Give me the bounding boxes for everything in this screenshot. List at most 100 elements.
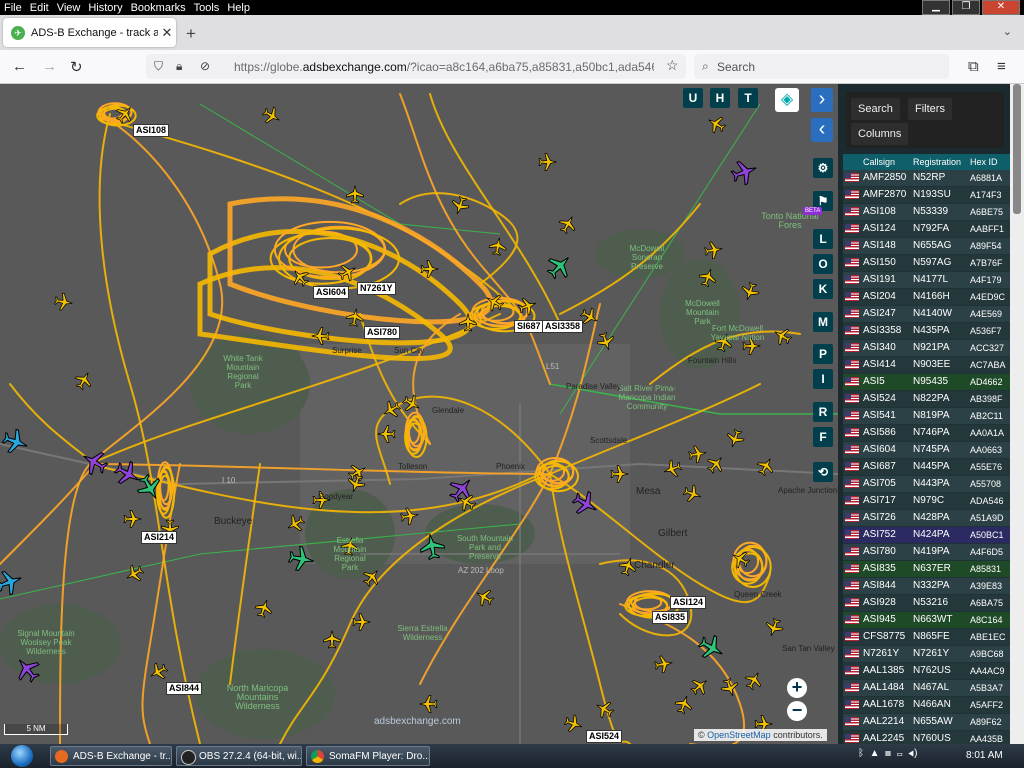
- reload-icon[interactable]: ↻: [70, 58, 83, 76]
- permissions-icon[interactable]: ⊘: [200, 59, 210, 73]
- menu-help[interactable]: Help: [223, 1, 254, 16]
- table-row[interactable]: ASI3358 N435PA A536F7: [843, 323, 1010, 340]
- new-tab-button[interactable]: +: [186, 24, 196, 44]
- table-row[interactable]: ASI928 N53216 A6BA75: [843, 595, 1010, 612]
- map-canvas[interactable]: [0, 84, 838, 744]
- toggle-t-button[interactable]: T: [738, 88, 758, 108]
- table-row[interactable]: ASI148 N655AG A89F54: [843, 238, 1010, 255]
- osm-link[interactable]: OpenStreetMap: [707, 730, 771, 740]
- aircraft-label[interactable]: ASI780: [364, 326, 401, 339]
- table-row[interactable]: AAL1385 N762US AA4AC9: [843, 663, 1010, 680]
- bookmark-star-icon[interactable]: ☆: [666, 57, 679, 74]
- toggle-f-button[interactable]: F: [813, 427, 833, 447]
- col-registration-header[interactable]: Registration: [913, 154, 970, 170]
- volume-icon[interactable]: ◀): [908, 748, 917, 759]
- start-button[interactable]: [4, 744, 40, 768]
- toggle-l-button[interactable]: L: [813, 229, 833, 249]
- columns-button[interactable]: Columns: [851, 123, 909, 145]
- url-bar[interactable]: ⛉ 🔒︎ ⊘ https://globe.adsbexchange.com/?i…: [146, 54, 686, 79]
- toggle-i-button[interactable]: I: [813, 369, 833, 389]
- aircraft-label[interactable]: SI687: [514, 320, 544, 333]
- network-icon[interactable]: ▦: [885, 748, 891, 759]
- table-row[interactable]: ASI247 N4140W A4E569: [843, 306, 1010, 323]
- collapse-left-icon[interactable]: ‹: [811, 118, 833, 142]
- table-row[interactable]: ASI124 N792FA AABFF1: [843, 221, 1010, 238]
- table-row[interactable]: AAL1678 N466AN A5AFF2: [843, 697, 1010, 714]
- display-icon[interactable]: ▭: [897, 748, 903, 759]
- tab-close-icon[interactable]: ✕: [158, 25, 176, 41]
- col-callsign-header[interactable]: Callsign: [863, 154, 913, 170]
- settings-gear-icon[interactable]: ⚙: [813, 158, 833, 178]
- scrollbar-thumb[interactable]: [1013, 84, 1021, 214]
- list-tabs-icon[interactable]: ⌄: [1003, 25, 1012, 38]
- table-row[interactable]: ASI835 N637ER A85831: [843, 561, 1010, 578]
- table-row[interactable]: ASI150 N597AG A7B76F: [843, 255, 1010, 272]
- table-row[interactable]: ASI5 N95435 AD4662: [843, 374, 1010, 391]
- tray-arrow-icon[interactable]: ▲: [870, 748, 880, 759]
- table-row[interactable]: AAL2214 N655AW A89F62: [843, 714, 1010, 731]
- table-row[interactable]: N7261Y N7261Y A9BC68: [843, 646, 1010, 663]
- table-row[interactable]: ASI726 N428PA A51A9D: [843, 510, 1010, 527]
- table-row[interactable]: ASI586 N746PA AA0A1A: [843, 425, 1010, 442]
- table-row[interactable]: ASI780 N419PA A4F6D5: [843, 544, 1010, 561]
- menu-edit[interactable]: Edit: [26, 1, 53, 16]
- taskbar-item-obs[interactable]: OBS 27.2.4 (64-bit, wi...: [176, 746, 302, 766]
- table-row[interactable]: ASI541 N819PA AB2C11: [843, 408, 1010, 425]
- app-menu-icon[interactable]: ≡: [997, 58, 1006, 75]
- aircraft-label[interactable]: ASI835: [652, 611, 689, 624]
- aircraft-label[interactable]: N7261Y: [357, 282, 396, 295]
- zoom-out-button[interactable]: −: [787, 701, 807, 721]
- table-row[interactable]: ASI204 N4166H A4ED9C: [843, 289, 1010, 306]
- panel-scrollbar[interactable]: [1010, 84, 1024, 744]
- aircraft-label[interactable]: ASI3358: [542, 320, 584, 333]
- table-row[interactable]: ASI844 N332PA A39E83: [843, 578, 1010, 595]
- menu-tools[interactable]: Tools: [190, 1, 224, 16]
- forward-icon[interactable]: →: [42, 58, 57, 75]
- table-row[interactable]: ASI717 N979C ADA546: [843, 493, 1010, 510]
- toggle-r-button[interactable]: R: [813, 402, 833, 422]
- table-row[interactable]: AMF2870 N193SU A174F3: [843, 187, 1010, 204]
- toggle-p-button[interactable]: P: [813, 344, 833, 364]
- aircraft-label[interactable]: ASI214: [141, 531, 178, 544]
- table-row[interactable]: ASI945 N663WT A8C164: [843, 612, 1010, 629]
- taskbar-item-chrome[interactable]: SomaFM Player: Dro...: [306, 746, 430, 766]
- expand-right-icon[interactable]: ›: [811, 88, 833, 112]
- toggle-h-button[interactable]: H: [710, 88, 730, 108]
- clock[interactable]: 8:01 AM: [966, 750, 1003, 761]
- table-row[interactable]: ASI524 N822PA AB398F: [843, 391, 1010, 408]
- toggle-k-button[interactable]: K: [813, 279, 833, 299]
- table-row[interactable]: ASI752 N424PA A50BC1: [843, 527, 1010, 544]
- menu-view[interactable]: View: [53, 1, 85, 16]
- table-row[interactable]: AAL2245 N760US AA435B: [843, 731, 1010, 744]
- filters-button[interactable]: Filters: [908, 98, 952, 120]
- table-row[interactable]: ASI340 N921PA ACC327: [843, 340, 1010, 357]
- table-row[interactable]: ASI191 N4177L A4F179: [843, 272, 1010, 289]
- aircraft-label[interactable]: ASI604: [313, 286, 350, 299]
- col-hex-header[interactable]: Hex ID: [970, 154, 1010, 170]
- aircraft-label[interactable]: ASI124: [670, 596, 707, 609]
- aircraft-label[interactable]: ASI108: [133, 124, 170, 137]
- table-row[interactable]: AAL1484 N467AL A5B3A7: [843, 680, 1010, 697]
- toggle-m-button[interactable]: M: [813, 312, 833, 332]
- aircraft-label[interactable]: ASI524: [586, 730, 623, 743]
- menu-file[interactable]: File: [0, 1, 26, 16]
- restore-icon[interactable]: ❐: [952, 0, 980, 15]
- bluetooth-icon[interactable]: ᛒ: [858, 748, 864, 759]
- toggle-u-button[interactable]: U: [683, 88, 703, 108]
- table-row[interactable]: ASI687 N445PA A55E76: [843, 459, 1010, 476]
- search-input[interactable]: ⌕ Search: [694, 54, 949, 79]
- table-row[interactable]: ASI414 N903EE AC7ABA: [843, 357, 1010, 374]
- menu-history[interactable]: History: [84, 1, 126, 16]
- back-icon[interactable]: ←: [12, 58, 27, 75]
- table-row[interactable]: AMF2850 N52RP A6881A: [843, 170, 1010, 187]
- table-row[interactable]: ASI705 N443PA A55708: [843, 476, 1010, 493]
- lock-icon[interactable]: 🔒︎: [176, 59, 182, 74]
- flight-map[interactable]: White Tank Mountain Regional Park McDowe…: [0, 84, 838, 744]
- zoom-in-button[interactable]: +: [787, 678, 807, 698]
- minimize-icon[interactable]: ▁: [922, 0, 950, 15]
- window-close-icon[interactable]: ✕: [982, 0, 1020, 15]
- replay-icon[interactable]: ⟲: [813, 462, 833, 482]
- menu-bookmarks[interactable]: Bookmarks: [127, 1, 190, 16]
- search-tab-button[interactable]: Search: [851, 98, 900, 120]
- layers-icon[interactable]: ◈: [775, 88, 799, 112]
